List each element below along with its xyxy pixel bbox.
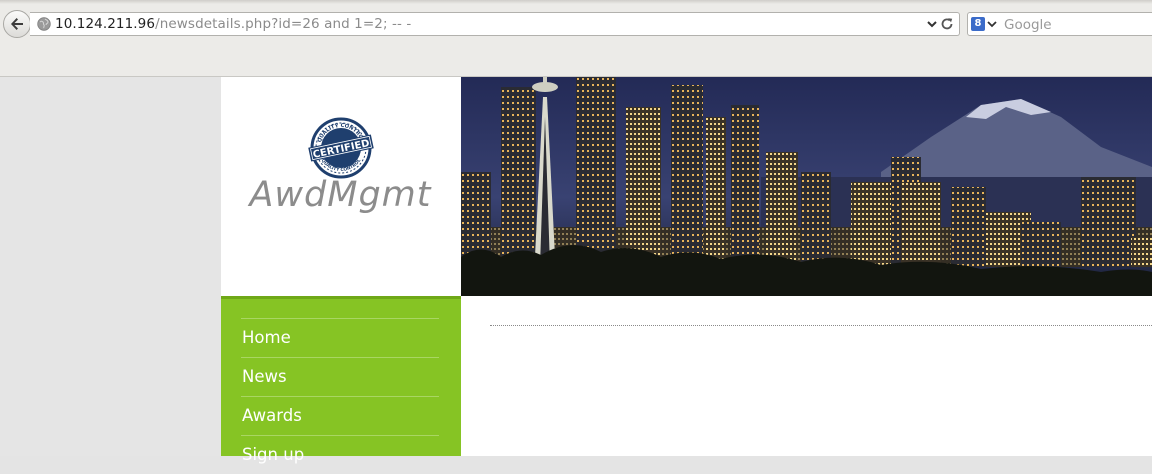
main-nav: Home News Awards Sign up: [241, 318, 439, 474]
back-arrow-icon: [11, 18, 23, 30]
logo-area[interactable]: QUALITY CONTROL CERTIFIED QUALITY CONTRO…: [221, 77, 460, 296]
reload-icon[interactable]: [940, 17, 954, 31]
site-title: AwdMgmt: [249, 175, 432, 215]
engine-chevron-down-icon[interactable]: [987, 19, 997, 29]
city-skyline-banner: [461, 77, 1152, 296]
content-divider: [490, 325, 1152, 326]
nav-item-home[interactable]: Home: [241, 318, 439, 357]
search-placeholder: Google: [1004, 17, 1052, 33]
nav-item-awards[interactable]: Awards: [241, 396, 439, 435]
url-text[interactable]: 10.124.211.96/newsdetails.php?id=26 and …: [55, 16, 411, 32]
google-icon[interactable]: 8: [971, 17, 985, 31]
chevron-down-icon[interactable]: [926, 18, 938, 30]
nav-item-news[interactable]: News: [241, 357, 439, 396]
url-host: 10.124.211.96: [55, 16, 156, 32]
url-path: /newsdetails.php?id=26 and 1=2; -- -: [155, 16, 412, 32]
site-container: QUALITY CONTROL CERTIFIED QUALITY CONTRO…: [221, 77, 1152, 464]
skyline-image: [461, 77, 1152, 296]
back-button[interactable]: [3, 10, 31, 38]
toolbar-top-edge: [0, 0, 1152, 4]
page-background: QUALITY CONTROL CERTIFIED QUALITY CONTRO…: [0, 77, 1152, 464]
address-bar[interactable]: 10.124.211.96/newsdetails.php?id=26 and …: [30, 12, 960, 36]
search-bar[interactable]: 8 Google: [967, 12, 1152, 36]
globe-icon: [37, 17, 51, 31]
nav-item-signup[interactable]: Sign up: [241, 435, 439, 474]
nav-sidebar: Home News Awards Sign up: [221, 296, 461, 464]
certified-badge-icon: QUALITY CONTROL CERTIFIED QUALITY CONTRO…: [308, 117, 374, 179]
browser-toolbar: 10.124.211.96/newsdetails.php?id=26 and …: [0, 0, 1152, 77]
